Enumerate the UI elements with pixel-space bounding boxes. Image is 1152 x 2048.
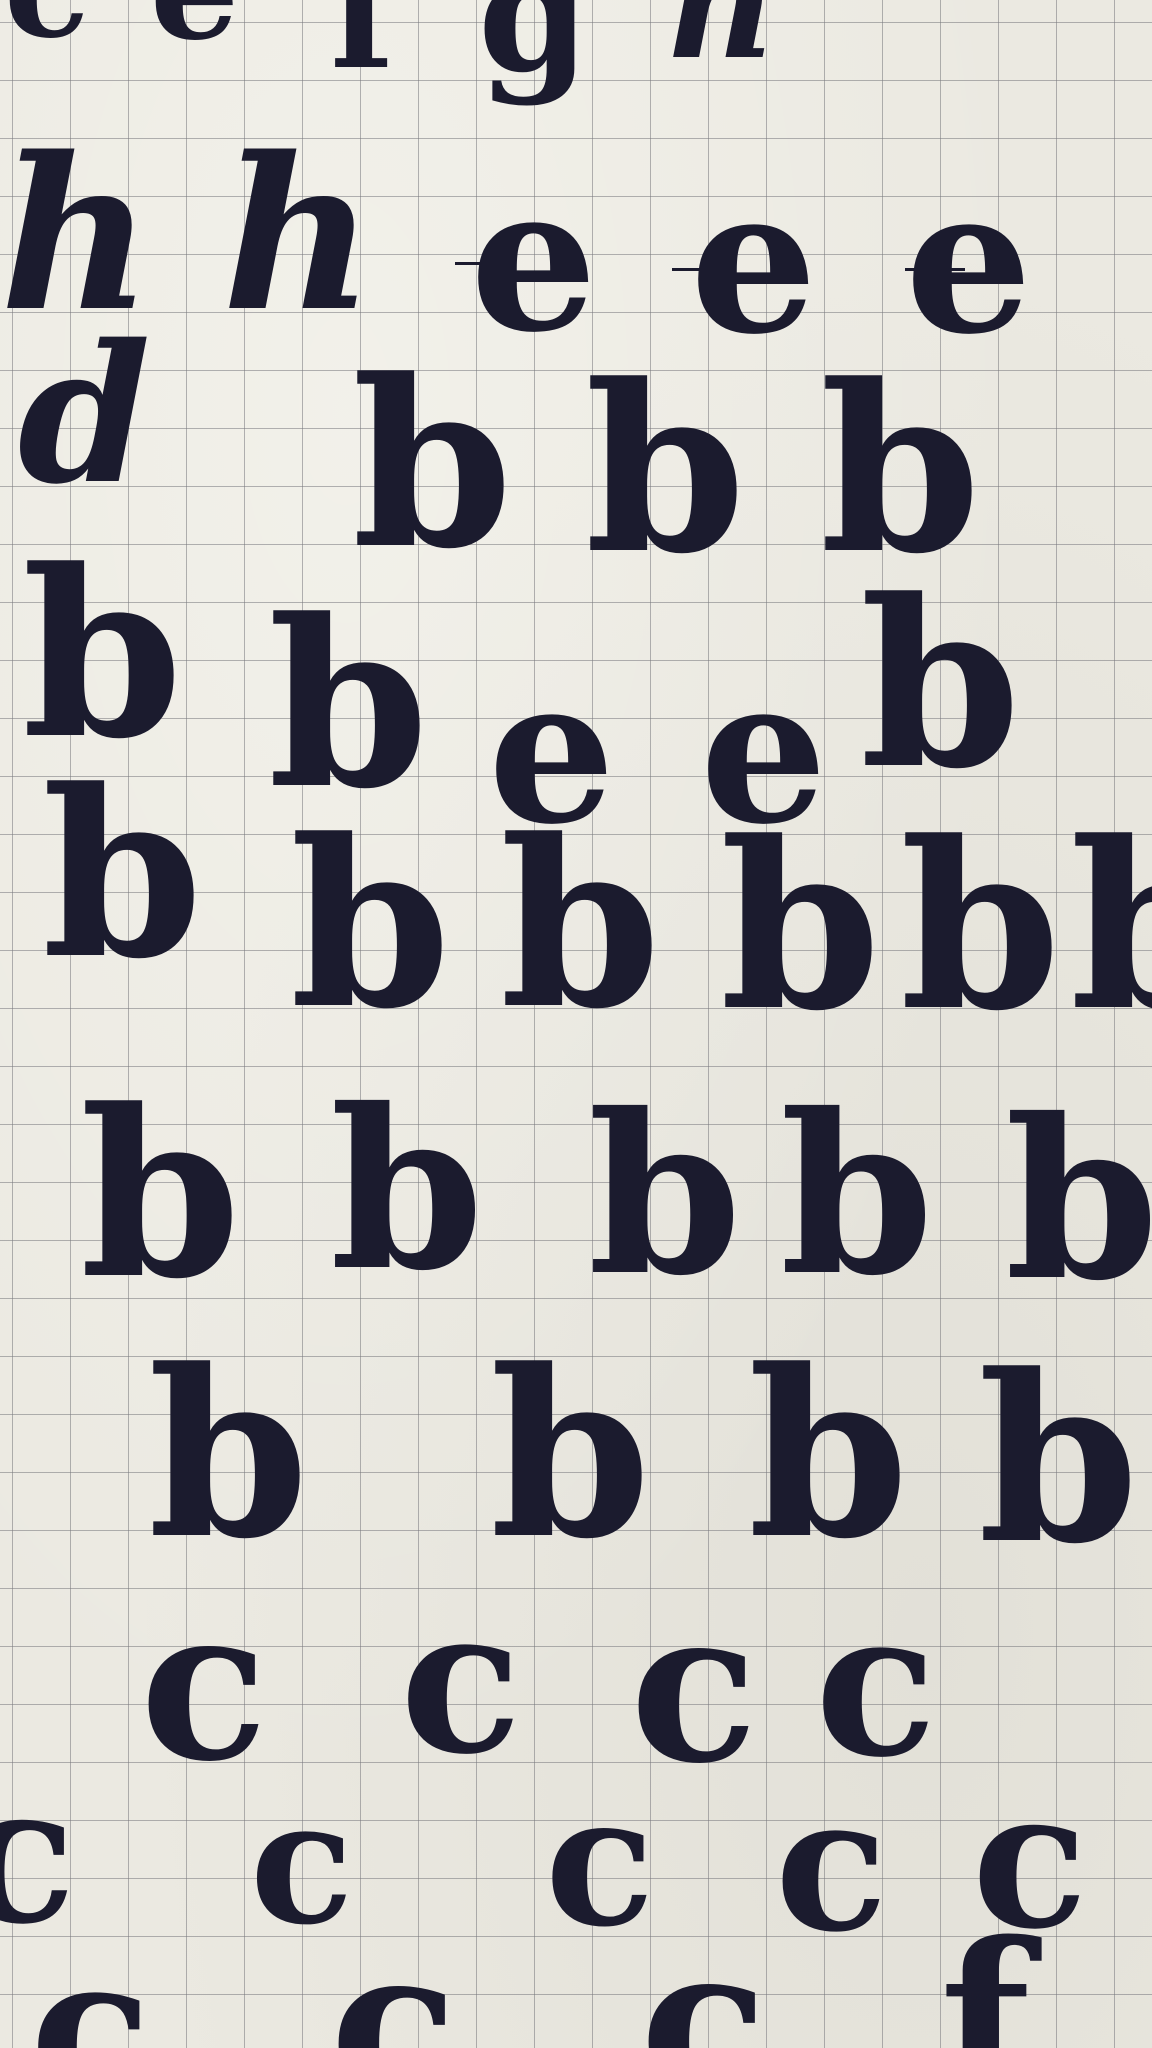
- glyph-e: e: [905, 144, 1033, 379]
- glyph-b: b: [978, 1325, 1139, 1595]
- glyph-b: b: [588, 1065, 742, 1324]
- glyph-b: b: [490, 1320, 651, 1590]
- glyph-b: b: [860, 550, 1021, 820]
- glyph-f: f: [330, 0, 395, 103]
- graph-paper-sheet: c e f g h h h e e e d b b b b b e e b b …: [0, 0, 1152, 2048]
- glyph-c: c: [545, 1756, 655, 1967]
- glyph-b: b: [585, 335, 746, 605]
- glyph-b: b: [780, 1065, 934, 1324]
- glyph-b: b: [330, 1060, 484, 1319]
- glyph-b: b: [500, 790, 661, 1060]
- glyph-b: b: [720, 792, 881, 1062]
- glyph-c: c: [640, 1899, 768, 2048]
- glyph-c: c: [140, 1561, 268, 1808]
- glyph-b: b: [1070, 792, 1152, 1062]
- glyph-g: g: [478, 0, 590, 108]
- glyph-h: h: [222, 111, 375, 358]
- glyph-c: c: [30, 1912, 152, 2048]
- glyph-b: b: [22, 520, 183, 790]
- glyph-c: c: [775, 1755, 888, 1973]
- glyph-c: c: [400, 1564, 522, 1799]
- glyph-b: b: [80, 1060, 241, 1330]
- glyph-b: b: [900, 792, 1061, 1062]
- glyph-d: d: [18, 303, 151, 526]
- glyph-b: b: [748, 1320, 909, 1590]
- glyph-f: f: [940, 1896, 1031, 2048]
- glyph-b: b: [268, 570, 429, 840]
- glyph-b: b: [290, 790, 451, 1060]
- glyph-b: b: [352, 330, 513, 600]
- glyph-c: c: [330, 1901, 458, 2048]
- glyph-b: b: [148, 1320, 309, 1590]
- glyph-h: h: [668, 0, 778, 93]
- glyph-b: b: [42, 740, 203, 1010]
- glyph-e: e: [150, 0, 239, 60]
- glyph-b: b: [1005, 1070, 1152, 1329]
- glyph-e: e: [690, 144, 818, 379]
- glyph-c: c: [4, 0, 89, 58]
